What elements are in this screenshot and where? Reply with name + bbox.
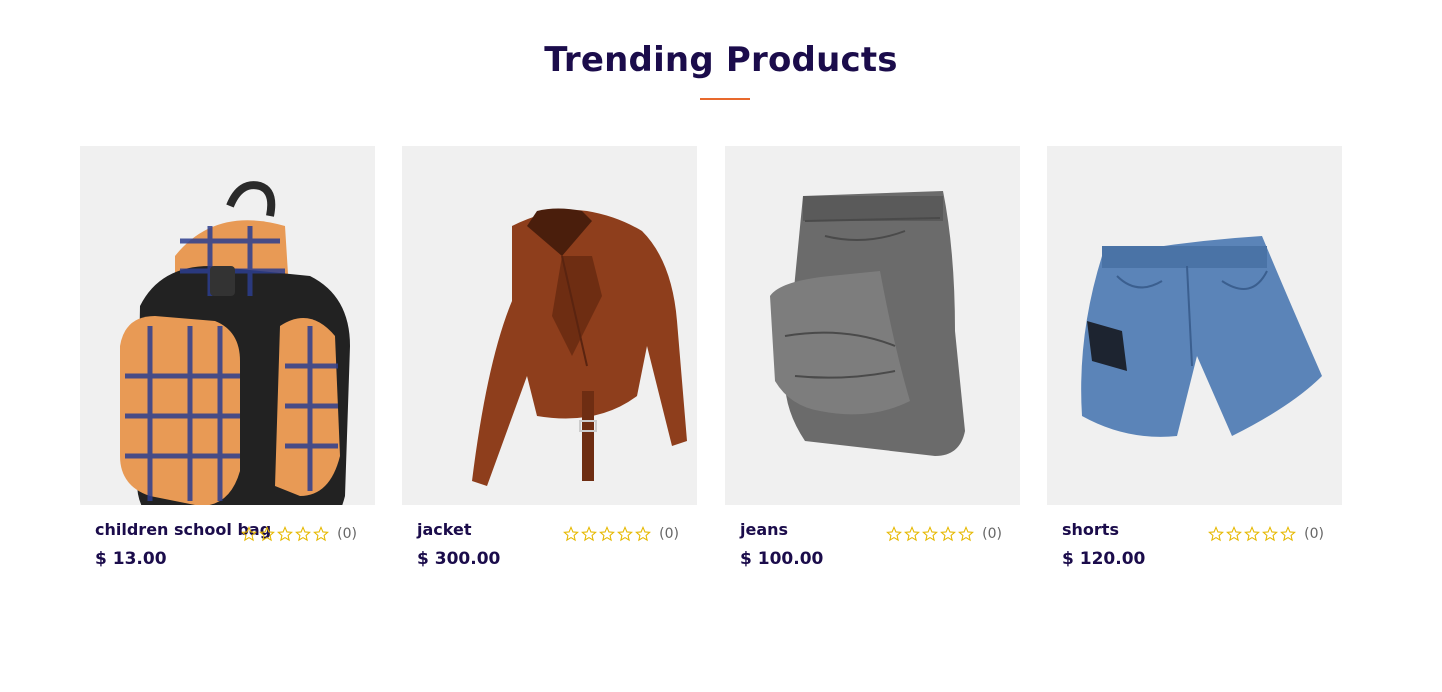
product-price: $ 100.00 xyxy=(740,549,824,569)
product-rating: (0) xyxy=(1208,526,1324,542)
product-card[interactable]: children school bag (0) $ 13.00 xyxy=(80,146,375,585)
star-icon xyxy=(1226,526,1243,542)
product-price: $ 13.00 xyxy=(95,549,167,569)
star-icon xyxy=(886,526,903,542)
star-rating xyxy=(1208,526,1297,542)
backpack-image xyxy=(120,181,350,505)
star-icon xyxy=(904,526,921,542)
star-icon xyxy=(617,526,634,542)
star-icon xyxy=(958,526,975,542)
title-underline xyxy=(700,98,750,100)
product-card[interactable]: jeans (0) $ 100.00 xyxy=(725,146,1020,585)
rating-count: (0) xyxy=(1304,526,1324,542)
product-card[interactable]: shorts (0) $ 120.00 xyxy=(1047,146,1342,585)
product-rating: (0) xyxy=(241,526,357,542)
rating-count: (0) xyxy=(659,526,679,542)
star-icon xyxy=(1262,526,1279,542)
star-icon xyxy=(940,526,957,542)
star-icon xyxy=(241,526,258,542)
product-image-jeans[interactable] xyxy=(725,146,1020,505)
star-rating xyxy=(886,526,975,542)
product-rating: (0) xyxy=(563,526,679,542)
section-title: Trending Products xyxy=(544,40,898,80)
leather-jacket-image xyxy=(472,208,687,486)
star-icon xyxy=(635,526,652,542)
star-icon xyxy=(599,526,616,542)
product-card[interactable]: jacket (0) $ 300.00 xyxy=(402,146,697,585)
star-icon xyxy=(1244,526,1261,542)
star-icon xyxy=(581,526,598,542)
star-icon xyxy=(277,526,294,542)
star-icon xyxy=(563,526,580,542)
star-icon xyxy=(922,526,939,542)
product-image-jacket[interactable] xyxy=(402,146,697,505)
rating-count: (0) xyxy=(982,526,1002,542)
product-rating: (0) xyxy=(886,526,1002,542)
star-icon xyxy=(1280,526,1297,542)
star-icon xyxy=(259,526,276,542)
product-image-backpack[interactable] xyxy=(80,146,375,505)
star-icon xyxy=(295,526,312,542)
product-name[interactable]: shorts xyxy=(1062,520,1119,539)
product-price: $ 300.00 xyxy=(417,549,501,569)
product-price: $ 120.00 xyxy=(1062,549,1146,569)
product-name[interactable]: jeans xyxy=(740,520,788,539)
denim-shorts-image xyxy=(1081,236,1322,437)
star-icon xyxy=(313,526,330,542)
star-icon xyxy=(1208,526,1225,542)
product-image-shorts[interactable] xyxy=(1047,146,1342,505)
star-rating xyxy=(563,526,652,542)
rating-count: (0) xyxy=(337,526,357,542)
product-name[interactable]: jacket xyxy=(417,520,471,539)
star-rating xyxy=(241,526,330,542)
folded-jeans-image xyxy=(770,191,965,456)
